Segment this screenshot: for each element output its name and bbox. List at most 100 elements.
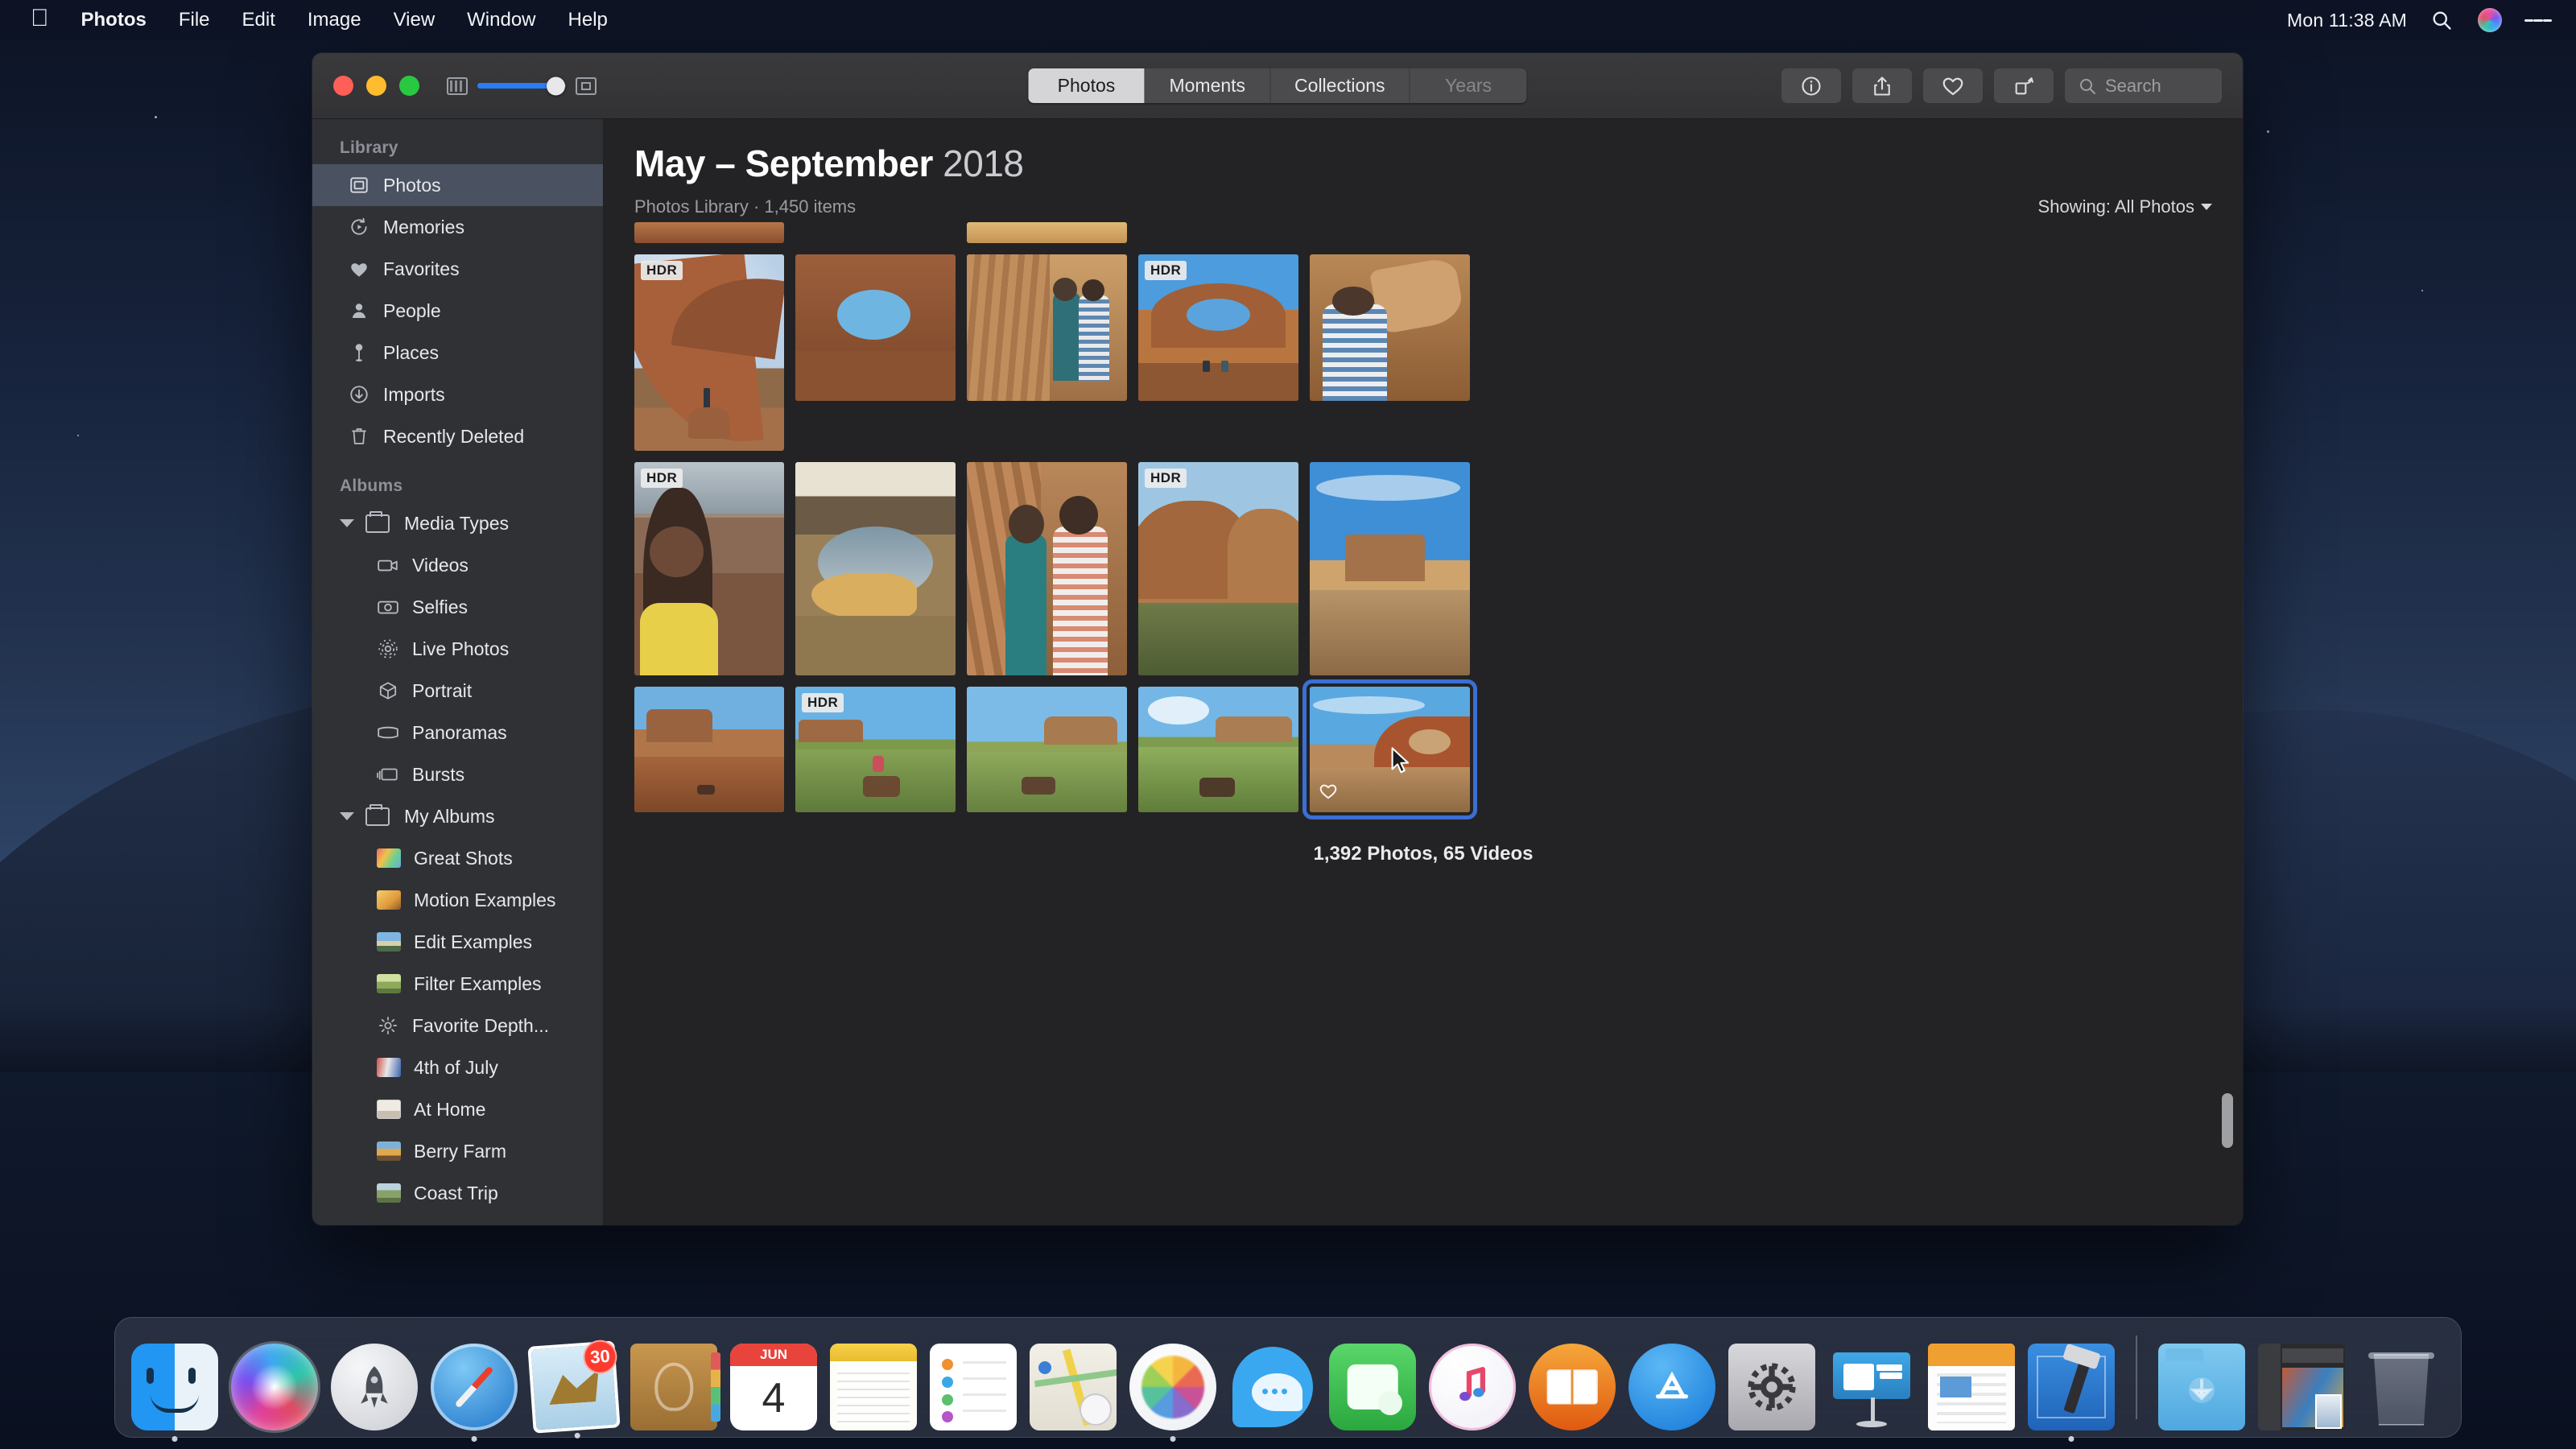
dock-item-siri[interactable]	[231, 1344, 318, 1430]
photo-thumbnail[interactable]: HDR	[634, 462, 784, 675]
menu-item-edit[interactable]: Edit	[226, 0, 291, 40]
dock-item-app-store[interactable]	[1629, 1344, 1715, 1430]
zoom-button[interactable]	[399, 76, 419, 96]
tab-collections[interactable]: Collections	[1270, 68, 1410, 103]
dock-item-calendar[interactable]: JUN 4	[730, 1344, 817, 1430]
photo-thumbnail[interactable]	[967, 254, 1127, 401]
photo-thumbnail[interactable]	[967, 462, 1127, 675]
sidebar-group-my-albums[interactable]: My Albums	[312, 795, 603, 837]
dock-item-maps[interactable]	[1030, 1344, 1117, 1430]
menu-item-image[interactable]: Image	[291, 0, 378, 40]
photo-thumbnail[interactable]	[1310, 462, 1470, 675]
sidebar-item-coast-trip[interactable]: Coast Trip	[312, 1172, 603, 1214]
apple-logo-icon[interactable]: 	[18, 0, 65, 40]
dock-item-trash[interactable]	[2358, 1344, 2445, 1430]
dock-item-pages[interactable]	[1928, 1344, 2015, 1430]
photo-thumbnail[interactable]: HDR	[1138, 254, 1298, 401]
thumbnail-grid-small-icon[interactable]	[447, 77, 468, 95]
dock-item-xcode[interactable]	[2028, 1344, 2115, 1430]
sidebar-item-photos[interactable]: Photos	[312, 164, 603, 206]
photo-thumbnail[interactable]	[634, 222, 784, 243]
zoom-slider-track[interactable]	[477, 83, 566, 89]
tab-moments[interactable]: Moments	[1145, 68, 1270, 103]
sidebar-item-recently-deleted[interactable]: Recently Deleted	[312, 415, 603, 457]
photo-thumbnail[interactable]: HDR	[795, 687, 956, 812]
dock-item-messages[interactable]	[1229, 1344, 1316, 1430]
sidebar-item-people[interactable]: People	[312, 290, 603, 332]
siri-icon[interactable]	[2476, 6, 2504, 34]
menu-item-window[interactable]: Window	[451, 0, 551, 40]
photo-thumbnail[interactable]	[795, 462, 956, 675]
photo-thumbnail[interactable]: HDR	[1138, 462, 1298, 675]
close-button[interactable]	[333, 76, 353, 96]
control-center-icon[interactable]	[2524, 6, 2552, 34]
sidebar-item-imports[interactable]: Imports	[312, 374, 603, 415]
photo-thumbnail[interactable]	[1310, 254, 1470, 401]
photo-thumbnail[interactable]	[967, 222, 1127, 243]
search-input[interactable]: Search	[2065, 68, 2222, 103]
sidebar-group-media-types[interactable]: Media Types	[312, 502, 603, 544]
sidebar-item-edit-examples[interactable]: Edit Examples	[312, 921, 603, 963]
photo-thumbnail[interactable]: HDR	[634, 254, 784, 451]
dock-item-photos-minimized-window[interactable]	[2258, 1344, 2345, 1430]
menu-item-view[interactable]: View	[378, 0, 452, 40]
sidebar-item-bursts[interactable]: Bursts	[312, 753, 603, 795]
favorite-button[interactable]	[1923, 68, 1983, 103]
dock-item-itunes[interactable]	[1429, 1344, 1516, 1430]
sidebar-item-panoramas[interactable]: Panoramas	[312, 712, 603, 753]
sidebar-item-emilys-birthday[interactable]: Emily's 10th Birt...	[312, 1214, 603, 1225]
sidebar-item-filter-examples[interactable]: Filter Examples	[312, 963, 603, 1005]
menu-bar-clock[interactable]: Mon 11:38 AM	[2287, 10, 2407, 31]
dock-item-reminders[interactable]	[930, 1344, 1017, 1430]
share-button[interactable]	[1852, 68, 1912, 103]
dock-item-system-preferences[interactable]	[1728, 1344, 1815, 1430]
sidebar-item-label: People	[383, 300, 441, 322]
rotate-button[interactable]	[1994, 68, 2054, 103]
photo-thumbnail[interactable]	[795, 254, 956, 401]
dock-item-contacts[interactable]	[630, 1344, 717, 1430]
sidebar-item-videos[interactable]: Videos	[312, 544, 603, 586]
dock-item-books[interactable]	[1529, 1344, 1616, 1430]
showing-filter-dropdown[interactable]: Showing: All Photos	[2038, 196, 2212, 217]
dock-item-keynote[interactable]	[1828, 1344, 1915, 1430]
photo-thumbnail[interactable]	[634, 687, 784, 812]
disclosure-triangle-icon[interactable]	[340, 519, 354, 527]
tab-photos[interactable]: Photos	[1028, 68, 1145, 103]
menu-item-photos[interactable]: Photos	[65, 0, 163, 40]
sidebar-item-live-photos[interactable]: Live Photos	[312, 628, 603, 670]
menu-item-help[interactable]: Help	[552, 0, 624, 40]
disclosure-triangle-icon[interactable]	[340, 812, 354, 820]
sidebar-item-memories[interactable]: Memories	[312, 206, 603, 248]
sidebar-item-motion-examples[interactable]: Motion Examples	[312, 879, 603, 921]
dock-item-finder[interactable]	[131, 1344, 218, 1430]
zoom-slider-knob[interactable]	[547, 76, 565, 95]
thumbnail-grid-large-icon[interactable]	[576, 77, 597, 95]
tab-years[interactable]: Years	[1410, 68, 1527, 103]
vertical-scrollbar[interactable]	[2222, 1093, 2233, 1148]
dock-item-notes[interactable]	[830, 1344, 917, 1430]
sidebar-item-at-home[interactable]: At Home	[312, 1088, 603, 1130]
dock-item-downloads-folder[interactable]	[2158, 1344, 2245, 1430]
dock-item-safari[interactable]	[431, 1344, 518, 1430]
menu-item-file[interactable]: File	[163, 0, 226, 40]
sidebar-item-selfies[interactable]: Selfies	[312, 586, 603, 628]
photo-grid-scroll-area[interactable]: HDR	[604, 222, 2243, 1225]
sidebar-item-4th-of-july[interactable]: 4th of July	[312, 1046, 603, 1088]
minimize-button[interactable]	[366, 76, 386, 96]
sidebar-item-berry-farm[interactable]: Berry Farm	[312, 1130, 603, 1172]
photo-thumbnail[interactable]	[967, 687, 1127, 812]
thumbnail-zoom-slider[interactable]	[447, 77, 597, 95]
sidebar-item-favorites[interactable]: Favorites	[312, 248, 603, 290]
info-button[interactable]	[1781, 68, 1841, 103]
search-icon[interactable]	[2428, 6, 2455, 34]
sidebar-item-places[interactable]: Places	[312, 332, 603, 374]
photo-thumbnail-selected[interactable]	[1310, 687, 1470, 812]
dock-item-mail[interactable]: 30	[527, 1340, 620, 1433]
dock-item-facetime[interactable]	[1329, 1344, 1416, 1430]
sidebar-item-favorite-depth[interactable]: Favorite Depth...	[312, 1005, 603, 1046]
sidebar-item-great-shots[interactable]: Great Shots	[312, 837, 603, 879]
sidebar-item-portrait[interactable]: Portrait	[312, 670, 603, 712]
dock-item-launchpad[interactable]	[331, 1344, 418, 1430]
photo-thumbnail[interactable]	[1138, 687, 1298, 812]
dock-item-photos[interactable]	[1129, 1344, 1216, 1430]
